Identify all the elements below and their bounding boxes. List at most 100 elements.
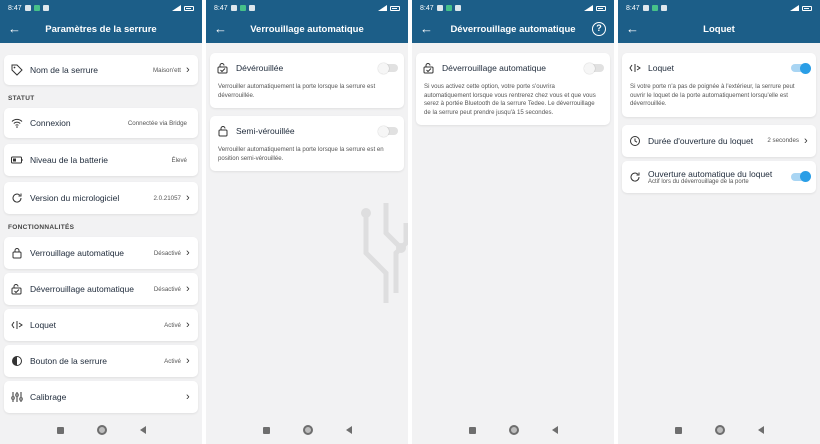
auto-unlock-options: Déverrouillage automatique Si vous activ… <box>412 43 614 416</box>
semi-locked-option-label: Semi-vérouillée <box>236 126 295 137</box>
home-icon[interactable] <box>302 425 313 435</box>
clock-icon <box>628 134 642 148</box>
back-nav-icon[interactable] <box>345 426 352 434</box>
calibration-card[interactable]: Calibrage › <box>4 381 198 413</box>
recents-icon[interactable] <box>56 426 64 434</box>
back-arrow-icon[interactable]: ← <box>214 22 228 36</box>
chevron-right-icon: › <box>186 355 190 367</box>
latch-value: Activé <box>164 321 181 329</box>
signal-icon <box>790 5 799 11</box>
notification-icon <box>660 5 667 11</box>
latch-card[interactable]: Loquet Activé › <box>4 309 198 341</box>
recents-icon[interactable] <box>468 426 476 434</box>
auto-unlock-toggle[interactable] <box>584 62 604 74</box>
sliders-icon <box>10 390 24 404</box>
lock-icon <box>10 246 24 260</box>
settings-list: Nom de la serrure Maison'ett › STATUT Co… <box>0 43 202 416</box>
android-nav-bar <box>412 416 614 444</box>
notification-icon <box>230 5 237 11</box>
auto-lock-label: Verrouillage automatique <box>30 248 125 258</box>
semi-lock-icon <box>216 124 230 138</box>
latch-duration-label: Durée d'ouverture du loquet <box>648 135 754 146</box>
chevron-right-icon: › <box>186 319 190 331</box>
back-arrow-icon[interactable]: ← <box>8 22 22 36</box>
battery-value: Élevé <box>171 156 187 164</box>
battery-status-icon <box>184 5 194 11</box>
auto-unlock-option-label: Déverrouillage automatique <box>442 63 546 73</box>
auto-lock-card[interactable]: Verrouillage automatique Désactivé › <box>4 237 198 269</box>
lock-name-label: Nom de la serrure <box>30 65 99 75</box>
section-header-fonctionnalites: FONCTIONNALITÉS <box>8 224 75 231</box>
screen-latch: 8:47 ← Loquet Loquet Si votre porte n'a … <box>618 0 820 444</box>
status-time: 8:47 <box>626 4 640 12</box>
auto-latch-label: Ouverture automatique du loquet <box>648 168 773 179</box>
lock-button-value: Activé <box>164 357 181 365</box>
unlocked-option-card: Dévérouillée Verrouiller automatiquement… <box>210 53 404 109</box>
battery-icon <box>10 153 24 167</box>
auto-unlock-option-card: Déverrouillage automatique Si vous activ… <box>416 53 610 126</box>
screen-lock-settings: 8:47 ← Paramètres de la serrure Nom de l… <box>0 0 202 444</box>
back-arrow-icon[interactable]: ← <box>626 22 640 36</box>
recents-icon[interactable] <box>262 426 270 434</box>
section-header-statut: STATUT <box>8 95 35 102</box>
unlocked-lock-icon <box>216 61 230 75</box>
app-bar: ← Paramètres de la serrure <box>0 16 202 43</box>
semi-locked-option-card: Semi-vérouillée Verrouiller automatiquem… <box>210 116 404 172</box>
app-bar: ← Déverrouillage automatique ? <box>412 16 614 43</box>
chevron-right-icon: › <box>186 247 190 259</box>
home-icon[interactable] <box>714 425 725 435</box>
lock-name-card[interactable]: Nom de la serrure Maison'ett › <box>4 55 198 85</box>
auto-unlock-icon <box>422 61 436 75</box>
status-bar: 8:47 <box>206 0 408 16</box>
back-nav-icon[interactable] <box>757 426 764 434</box>
recents-icon[interactable] <box>674 426 682 434</box>
semi-locked-option-description: Verrouiller automatiquement la porte lor… <box>218 146 384 162</box>
notification-icon <box>651 5 658 11</box>
notification-icon <box>248 5 255 11</box>
home-icon[interactable] <box>508 425 519 435</box>
latch-duration-card[interactable]: Durée d'ouverture du loquet 2 secondes › <box>622 124 816 157</box>
semi-locked-toggle[interactable] <box>378 125 398 137</box>
latch-toggle[interactable] <box>791 62 811 74</box>
battery-status-icon <box>596 5 606 11</box>
help-icon[interactable]: ? <box>592 22 606 36</box>
auto-lock-value: Désactivé <box>153 249 181 257</box>
tedee-watermark-icon <box>356 203 408 313</box>
refresh-icon <box>10 191 24 205</box>
unlocked-option-description: Verrouiller automatiquement la porte lor… <box>218 83 376 99</box>
notification-icon <box>33 5 40 11</box>
tag-icon <box>10 63 24 77</box>
firmware-card[interactable]: Version du micrologiciel 2.0.21057 › <box>4 182 198 214</box>
back-arrow-icon[interactable]: ← <box>420 22 434 36</box>
auto-latch-card: Ouverture automatique du loquet Actif lo… <box>622 160 816 193</box>
status-time: 8:47 <box>214 4 228 12</box>
android-nav-bar <box>206 416 408 444</box>
auto-latch-toggle[interactable] <box>791 171 811 183</box>
battery-label: Niveau de la batterie <box>30 155 108 165</box>
lock-button-card[interactable]: Bouton de la serrure Activé › <box>4 345 198 377</box>
notification-icon <box>24 5 31 11</box>
auto-lock-options: Dévérouillée Verrouiller automatiquement… <box>206 43 408 416</box>
back-nav-icon[interactable] <box>139 426 146 434</box>
battery-card[interactable]: Niveau de la batterie Élevé <box>4 144 198 176</box>
back-nav-icon[interactable] <box>551 426 558 434</box>
wifi-icon <box>10 116 24 130</box>
android-nav-bar <box>0 416 202 444</box>
latch-duration-value: 2 secondes <box>767 137 799 145</box>
auto-unlock-card[interactable]: Déverrouillage automatique Désactivé › <box>4 273 198 305</box>
unlocked-option-label: Dévérouillée <box>236 63 284 73</box>
firmware-value: 2.0.21057 <box>153 194 181 202</box>
connexion-card[interactable]: Connexion Connectée via Bridge <box>4 108 198 138</box>
signal-icon <box>584 5 593 11</box>
notification-icon <box>42 5 49 11</box>
unlocked-toggle[interactable] <box>378 62 398 74</box>
latch-options: Loquet Si votre porte n'a pas de poignée… <box>618 43 820 416</box>
auto-latch-sublabel: Actif lors du déverrouillage de la porte <box>648 178 749 185</box>
home-icon[interactable] <box>96 425 107 435</box>
page-title: Paramètres de la serrure <box>45 24 157 35</box>
latch-option-label: Loquet <box>648 63 674 73</box>
page-title: Verrouillage automatique <box>250 24 364 35</box>
app-bar: ← Loquet <box>618 16 820 43</box>
lock-name-value: Maison'ett <box>152 66 181 74</box>
page-title: Loquet <box>703 24 735 35</box>
